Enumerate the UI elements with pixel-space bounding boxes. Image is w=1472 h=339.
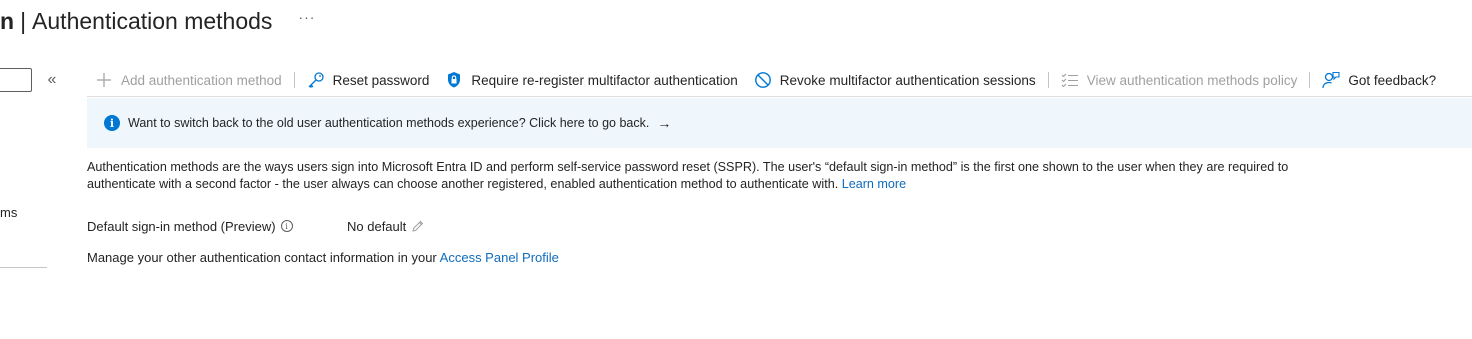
plus-icon xyxy=(95,71,113,89)
feedback-button[interactable]: Got feedback? xyxy=(1314,64,1444,96)
edit-pencil-icon[interactable] xyxy=(411,220,424,233)
title-separator: | xyxy=(20,7,27,34)
arrow-right-icon: → xyxy=(657,115,672,131)
revoke-mfa-sessions-label: Revoke multifactor authentication sessio… xyxy=(779,72,1036,88)
view-methods-policy-button[interactable]: View authentication methods policy xyxy=(1053,64,1306,96)
block-icon xyxy=(754,71,772,89)
shield-lock-icon xyxy=(445,71,463,89)
more-options-button[interactable]: ··· xyxy=(298,9,315,25)
reset-password-label: Reset password xyxy=(332,72,430,88)
default-signin-label-group: Default sign-in method (Preview) i xyxy=(87,219,347,234)
left-menu-divider xyxy=(0,267,47,268)
title-user-fragment: n xyxy=(0,7,15,34)
page-title: n | Authentication methods ··· xyxy=(0,6,315,36)
feedback-label: Got feedback? xyxy=(1348,72,1437,88)
info-icon: i xyxy=(104,115,120,131)
description-paragraph: Authentication methods are the ways user… xyxy=(87,159,1337,193)
revoke-mfa-sessions-button[interactable]: Revoke multifactor authentication sessio… xyxy=(746,64,1044,96)
toolbar-divider xyxy=(1309,72,1311,88)
key-icon xyxy=(307,71,325,89)
checklist-icon xyxy=(1061,71,1079,89)
require-reregister-mfa-button[interactable]: Require re-register multifactor authenti… xyxy=(437,64,745,96)
info-tooltip-icon[interactable]: i xyxy=(280,220,293,232)
add-authentication-method-label: Add authentication method xyxy=(121,72,282,88)
collapse-menu-button[interactable]: « xyxy=(44,70,60,90)
learn-more-link[interactable]: Learn more xyxy=(842,177,906,191)
add-authentication-method-button[interactable]: Add authentication method xyxy=(87,64,290,96)
toolbar-divider xyxy=(1047,72,1049,88)
title-text: Authentication methods xyxy=(32,7,273,34)
left-menu-search-input[interactable] xyxy=(0,68,32,92)
banner-text: Want to switch back to the old user auth… xyxy=(128,116,650,130)
view-methods-policy-label: View authentication methods policy xyxy=(1086,72,1298,88)
left-menu-item-fragment[interactable]: ms xyxy=(0,205,17,220)
default-signin-label: Default sign-in method (Preview) xyxy=(87,218,276,234)
reset-password-button[interactable]: Reset password xyxy=(299,64,438,96)
switch-experience-banner[interactable]: i Want to switch back to the old user au… xyxy=(87,98,1472,148)
default-signin-row: Default sign-in method (Preview) i No de… xyxy=(87,217,424,235)
description-text: Authentication methods are the ways user… xyxy=(87,160,1289,191)
authentication-methods-page: n | Authentication methods ··· « ms Add … xyxy=(0,0,1472,339)
command-bar: Add authentication method Reset password xyxy=(87,64,1472,97)
default-signin-value: No default xyxy=(347,218,407,234)
default-signin-value-group: No default xyxy=(347,219,424,234)
feedback-person-icon xyxy=(1322,71,1340,89)
access-panel-profile-link[interactable]: Access Panel Profile xyxy=(440,250,559,265)
toolbar-divider xyxy=(293,72,295,88)
manage-contact-info: Manage your other authentication contact… xyxy=(87,250,559,265)
manage-contact-text: Manage your other authentication contact… xyxy=(87,250,437,265)
require-reregister-mfa-label: Require re-register multifactor authenti… xyxy=(471,72,738,88)
